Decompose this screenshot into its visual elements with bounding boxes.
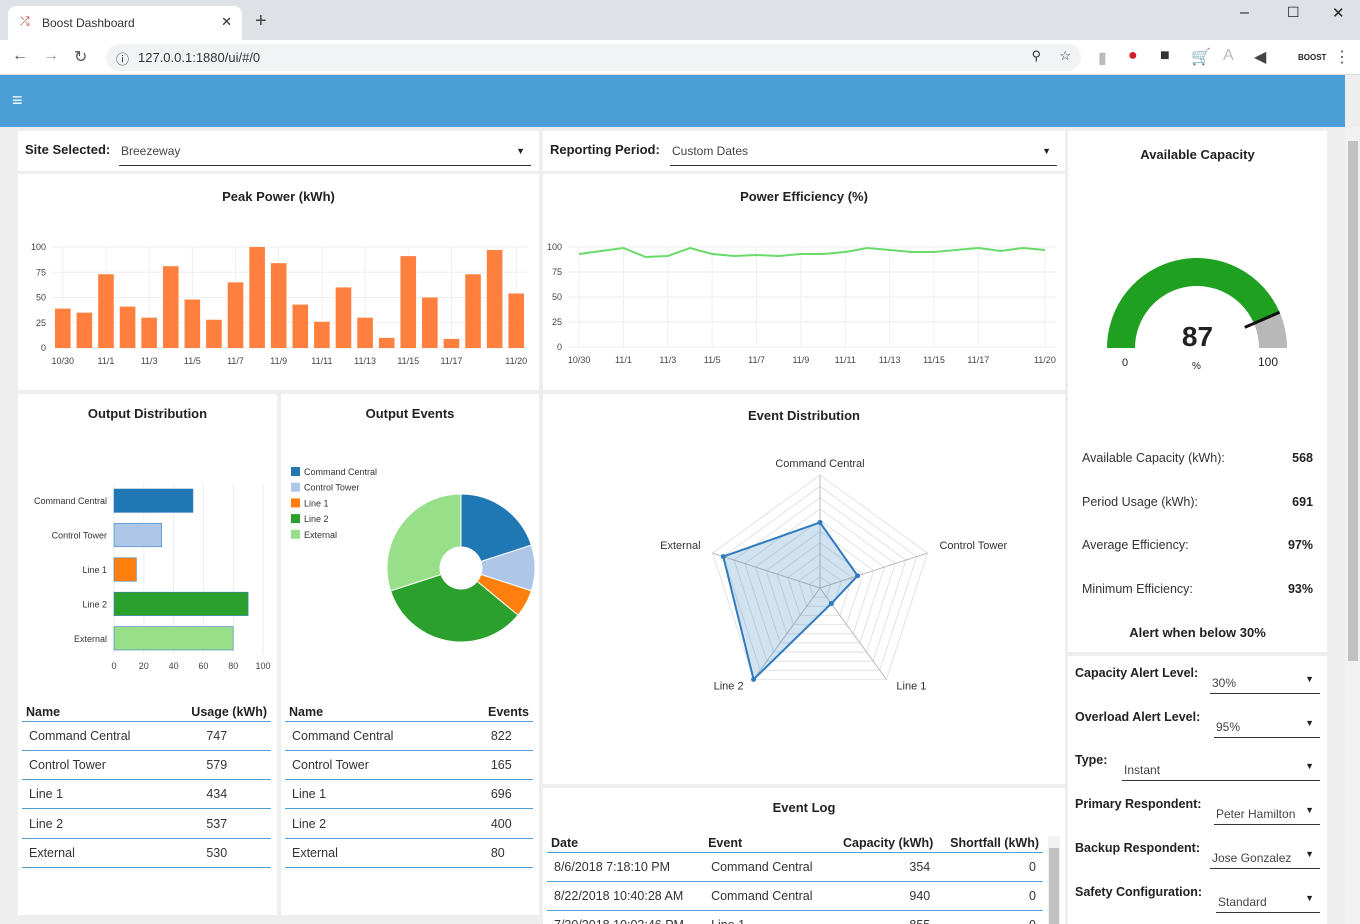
table-cell: 940 (830, 881, 938, 912)
radar-area (722, 521, 859, 682)
table-cell: 0 (937, 852, 1043, 882)
setting-label: Capacity Alert Level: (1075, 666, 1199, 680)
table-cell: 8/22/2018 10:40:28 AM (547, 881, 705, 912)
setting-dropdown[interactable]: Standard ▼ (1216, 889, 1320, 913)
setting-dropdown[interactable]: Peter Hamilton ▼ (1214, 801, 1320, 826)
event-log-panel: Event Log Date Event Capacity (kWh) Shortfa… (543, 788, 1065, 924)
capacity-stat: Period Usage (kWh): 691 (1082, 495, 1313, 509)
axis-label: Line 1 (896, 680, 926, 692)
setting-dropdown[interactable]: Instant ▼ (1122, 757, 1320, 782)
radar-point (817, 519, 823, 525)
gauge-min: 0 (1122, 357, 1129, 369)
table-cell: 0 (937, 910, 1043, 924)
setting-dropdown[interactable]: 30% ▼ (1210, 670, 1320, 694)
event-log-table: Date Event Capacity (kWh) Shortfall (kWh) 8… (547, 835, 1043, 924)
gauge-max: 100 (1258, 355, 1279, 369)
event-log-scrollbar[interactable] (1048, 836, 1060, 924)
setting-value: 95% (1216, 719, 1241, 734)
setting-label: Type: (1075, 753, 1108, 768)
capacity-panel: Available Capacity 87 0 100 % Available … (1068, 131, 1327, 652)
axis-label: Control Tower (939, 540, 1007, 552)
stat-value: 93% (1287, 581, 1313, 596)
setting-label: Backup Respondent: (1075, 840, 1201, 855)
gauge-unit: % (1192, 361, 1201, 372)
table-cell: Command Central (704, 852, 831, 882)
capacity-stat: Available Capacity (kWh): 568 (1082, 451, 1313, 465)
table-cell: 0 (937, 881, 1043, 912)
table-cell: 354 (830, 852, 938, 882)
radar-point (751, 676, 757, 682)
col-header: Shortfall (kWh) (937, 835, 1043, 853)
axis-label: Line 2 (714, 680, 744, 692)
stat-value: 97% (1287, 538, 1313, 552)
setting-label: Overload Alert Level: (1075, 709, 1201, 724)
setting-value: Instant (1124, 763, 1161, 778)
setting-label: Safety Configuration: (1075, 884, 1203, 899)
chevron-down-icon: ▼ (1305, 717, 1314, 728)
chevron-down-icon: ▼ (1305, 848, 1314, 859)
table-cell: Line 1 (704, 910, 831, 924)
axis-label: Command Central (775, 458, 864, 470)
stat-label: Average Efficiency: (1082, 538, 1189, 552)
setting-value: Standard (1218, 894, 1267, 909)
chevron-down-icon: ▼ (1305, 892, 1314, 903)
stat-label: Period Usage (kWh): (1082, 494, 1199, 509)
scrollbar-thumb[interactable] (1049, 848, 1059, 924)
capacity-stat: Minimum Efficiency: 93% (1082, 582, 1313, 596)
chevron-down-icon: ▼ (1305, 674, 1314, 684)
radar-point (828, 601, 834, 607)
radar-point (720, 554, 726, 560)
chevron-down-icon: ▼ (1305, 761, 1314, 772)
col-header: Event (704, 835, 831, 853)
setting-value: Peter Hamilton (1216, 807, 1296, 822)
table-cell: 8/6/2018 7:18:10 PM (547, 852, 705, 882)
stat-value: 568 (1292, 451, 1313, 465)
capacity-stat: Average Efficiency: 97% (1082, 538, 1313, 552)
stat-label: Available Capacity (kWh): (1082, 451, 1225, 465)
table-row[interactable]: 8/22/2018 10:40:28 AM Command Central 940 0 (547, 881, 1043, 912)
stat-label: Minimum Efficiency: (1082, 581, 1193, 596)
capacity-title: Available Capacity (1140, 147, 1255, 162)
axis-label: External (660, 540, 700, 552)
stat-value: 691 (1292, 494, 1313, 509)
table-cell: Command Central (704, 881, 831, 912)
setting-value: Jose Gonzalez (1212, 850, 1292, 865)
table-cell: 855 (830, 910, 938, 924)
table-cell: 7/30/2018 10:03:46 PM (547, 910, 705, 924)
alert-settings-panel: Capacity Alert Level: 30% ▼ Overload Alert … (1068, 656, 1327, 924)
col-header: Date (547, 835, 705, 853)
gauge-value: 87 (1181, 321, 1214, 352)
event-log-title: Event Log (772, 800, 836, 815)
setting-dropdown[interactable]: 95% ▼ (1214, 714, 1320, 738)
setting-label: Primary Respondent: (1075, 797, 1202, 812)
chevron-down-icon: ▼ (1305, 805, 1314, 816)
setting-dropdown[interactable]: Jose Gonzalez ▼ (1210, 845, 1320, 869)
col-header: Capacity (kWh) (830, 835, 938, 853)
alert-note: Alert when below 30% (1129, 625, 1266, 640)
radar-point (855, 573, 861, 579)
table-row[interactable]: 7/30/2018 10:03:46 PMLine 18550 (547, 910, 1043, 924)
table-row[interactable]: 8/6/2018 7:18:10 PM Command Central 354 0 (547, 852, 1043, 882)
setting-value: 30% (1212, 676, 1237, 690)
